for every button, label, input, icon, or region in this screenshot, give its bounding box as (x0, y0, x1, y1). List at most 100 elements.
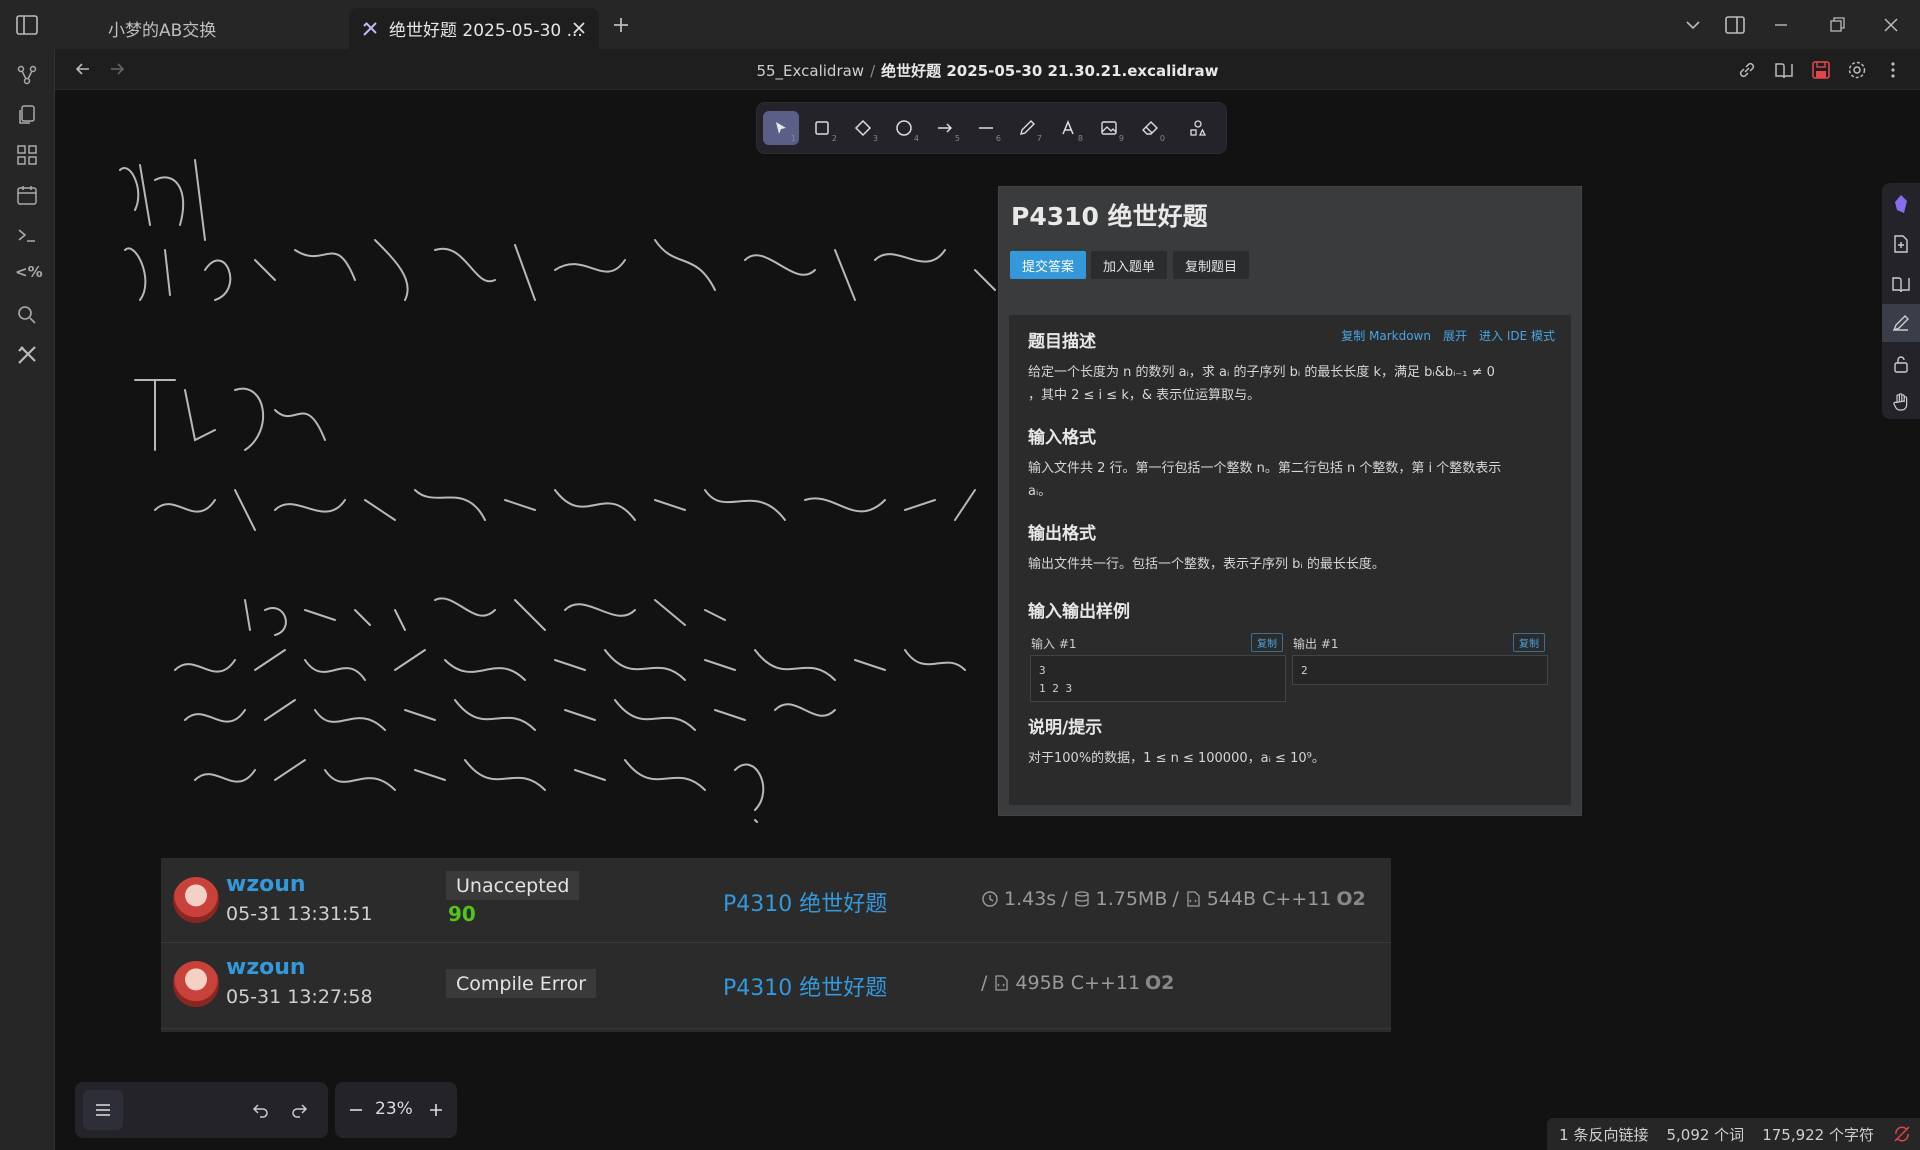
record-user[interactable]: wzoun (226, 872, 306, 897)
zoom-out-icon[interactable] (347, 1101, 365, 1119)
avatar[interactable] (173, 961, 219, 1007)
redo-icon[interactable] (289, 1100, 309, 1120)
new-tab-icon[interactable] (611, 15, 631, 35)
hand-pan-icon[interactable] (1890, 391, 1912, 413)
sample-heading: 输入输出样例 (1028, 602, 1130, 622)
library-book-icon[interactable] (1890, 273, 1912, 295)
right-sidebar-icon[interactable] (1724, 14, 1746, 36)
copy-problem-button[interactable]: 复制题目 (1173, 251, 1250, 279)
sample-output-label: 输出 #1 (1293, 637, 1339, 651)
main-menu-button[interactable] (83, 1090, 123, 1130)
copy-markdown-link[interactable]: 复制 Markdown (1341, 327, 1431, 344)
record-time: 05-31 13:31:51 (226, 903, 373, 925)
output-format-heading: 输出格式 (1028, 524, 1096, 544)
input-format-text: 输入文件共 2 行。第一行包括一个整数 n。第二行包括 n 个整数，第 i 个整… (1028, 457, 1548, 503)
record-row[interactable]: wzoun 05-31 13:27:58 Compile Error P4310… (161, 944, 1391, 1029)
record-problem-link[interactable]: P4310 绝世好题 (723, 886, 887, 918)
side-tool-strip (1882, 183, 1920, 419)
record-row[interactable]: wzoun 05-31 13:31:51 Unaccepted 90 P4310… (161, 858, 1391, 943)
status-badge: Unaccepted (446, 871, 580, 900)
graph-icon[interactable] (15, 63, 39, 87)
sample-input-label: 输入 #1 (1031, 637, 1077, 651)
separator: / (1172, 888, 1179, 910)
record-score: 90 (448, 902, 476, 926)
description-text: 给定一个长度为 n 的数列 aᵢ，求 aᵢ 的子序列 bᵢ 的最长长度 k，满足… (1028, 361, 1548, 407)
tool-more[interactable] (1180, 111, 1216, 145)
record-meta: 1.43s/ 1.75MB/ 544B C++11 O2 (981, 888, 1366, 910)
tool-image[interactable]: 9 (1091, 111, 1127, 145)
copy-output-button[interactable]: 复制 (1513, 633, 1545, 652)
zoom-in-icon[interactable] (427, 1101, 445, 1119)
search-icon[interactable] (15, 303, 39, 327)
minimize-icon[interactable] (1770, 14, 1792, 36)
avatar[interactable] (173, 877, 219, 923)
save-icon[interactable] (1810, 59, 1832, 81)
breadcrumb-file[interactable]: 绝世好题 2025-05-30 21.30.21.excalidraw (881, 62, 1218, 80)
handwritten-notes[interactable] (95, 130, 1025, 850)
o2-flag: O2 (1145, 972, 1175, 994)
tab-label: 小梦的AB交换 (108, 21, 217, 41)
excalidraw-ribbon-icon[interactable] (15, 343, 39, 367)
record-code-size: 495B C++11 (1015, 972, 1141, 994)
more-options-icon[interactable] (1882, 59, 1904, 81)
chevron-down-icon[interactable] (1682, 14, 1704, 36)
record-meta: / 495B C++11 O2 (981, 972, 1174, 994)
tab-excalidraw[interactable]: 绝世好题 2025-05-30 ... (349, 8, 599, 49)
shapes-more-icon (1190, 120, 1207, 136)
close-window-icon[interactable] (1880, 14, 1902, 36)
undo-icon[interactable] (251, 1100, 271, 1120)
export-file-icon[interactable] (1890, 233, 1912, 255)
record-problem-link[interactable]: P4310 绝世好题 (723, 970, 887, 1002)
breadcrumb-separator: / (870, 62, 876, 80)
percent-code-icon[interactable]: <% (15, 263, 43, 287)
shortcut-number: 9 (1118, 134, 1124, 143)
lock-icon[interactable] (1890, 353, 1912, 375)
problem-body: 题目描述 复制 Markdown 展开 进入 IDE 模式 给定一个长度为 n … (1009, 315, 1571, 805)
record-memory: 1.75MB (1095, 888, 1168, 910)
text-icon (1062, 120, 1074, 135)
terminal-icon[interactable] (15, 223, 39, 247)
sidebar-toggle-icon[interactable] (15, 14, 39, 36)
link-icon[interactable] (1736, 59, 1758, 81)
copy-input-button[interactable]: 复制 (1251, 633, 1283, 652)
close-icon[interactable] (571, 20, 587, 36)
hint-text: 对于100%的数据，1 ≤ n ≤ 100000，aᵢ ≤ 10⁹。 (1028, 751, 1325, 766)
eraser-icon (1142, 121, 1158, 135)
status-bar: 1 条反向链接 5,092 个词 175,922 个字符 (1547, 1118, 1920, 1150)
record-user[interactable]: wzoun (226, 955, 306, 980)
record-time: 05-31 13:27:58 (226, 986, 373, 1008)
dashboard-icon[interactable] (15, 143, 39, 167)
tool-text[interactable]: 8 (1050, 111, 1086, 145)
add-to-list-button[interactable]: 加入题单 (1091, 251, 1168, 279)
tab-ab-exchange[interactable]: 小梦的AB交换 (80, 8, 345, 49)
expand-link[interactable]: 展开 (1443, 327, 1467, 344)
title-bar: 小梦的AB交换 绝世好题 2025-05-30 ... (0, 0, 1920, 49)
breadcrumb-folder[interactable]: 55_Excalidraw (756, 62, 864, 80)
file-code-icon (995, 975, 1009, 991)
settings-icon[interactable] (1846, 59, 1868, 81)
book-open-icon[interactable] (1773, 59, 1795, 81)
file-copy-icon[interactable] (15, 103, 39, 127)
excalidraw-canvas[interactable]: 1 2 3 4 5 6 7 8 9 0 P4310 绝世好题 提交答案 加入题单… (55, 90, 1920, 1150)
calendar-icon[interactable] (15, 183, 39, 207)
zoom-controls: 23% (335, 1082, 457, 1138)
problem-card: P4310 绝世好题 提交答案 加入题单 复制题目 题目描述 复制 Markdo… (998, 186, 1582, 816)
submit-answer-button[interactable]: 提交答案 (1010, 251, 1087, 279)
status-badge: Compile Error (446, 969, 597, 998)
backlinks-count[interactable]: 1 条反向链接 (1559, 1124, 1648, 1145)
word-count: 5,092 个词 (1666, 1125, 1745, 1144)
ide-mode-link[interactable]: 进入 IDE 模式 (1479, 327, 1555, 344)
separator: / (1061, 888, 1068, 910)
image-icon (1101, 121, 1117, 135)
output-format-text: 输出文件共一行。包括一个整数，表示子序列 bᵢ 的最长长度。 (1028, 557, 1385, 572)
zoom-level[interactable]: 23% (375, 1099, 413, 1119)
sample-output-box: 2 (1292, 655, 1548, 685)
shortcut-number: 0 (1159, 134, 1165, 143)
left-ribbon: <% (0, 49, 55, 1150)
obsidian-icon[interactable] (1890, 193, 1912, 215)
char-count: 175,922 个字符 (1762, 1125, 1874, 1144)
restore-icon[interactable] (1826, 14, 1848, 36)
sync-error-icon[interactable] (1892, 1124, 1912, 1144)
tool-eraser[interactable]: 0 (1132, 111, 1168, 145)
input-format-line: aᵢ。 (1028, 484, 1052, 499)
